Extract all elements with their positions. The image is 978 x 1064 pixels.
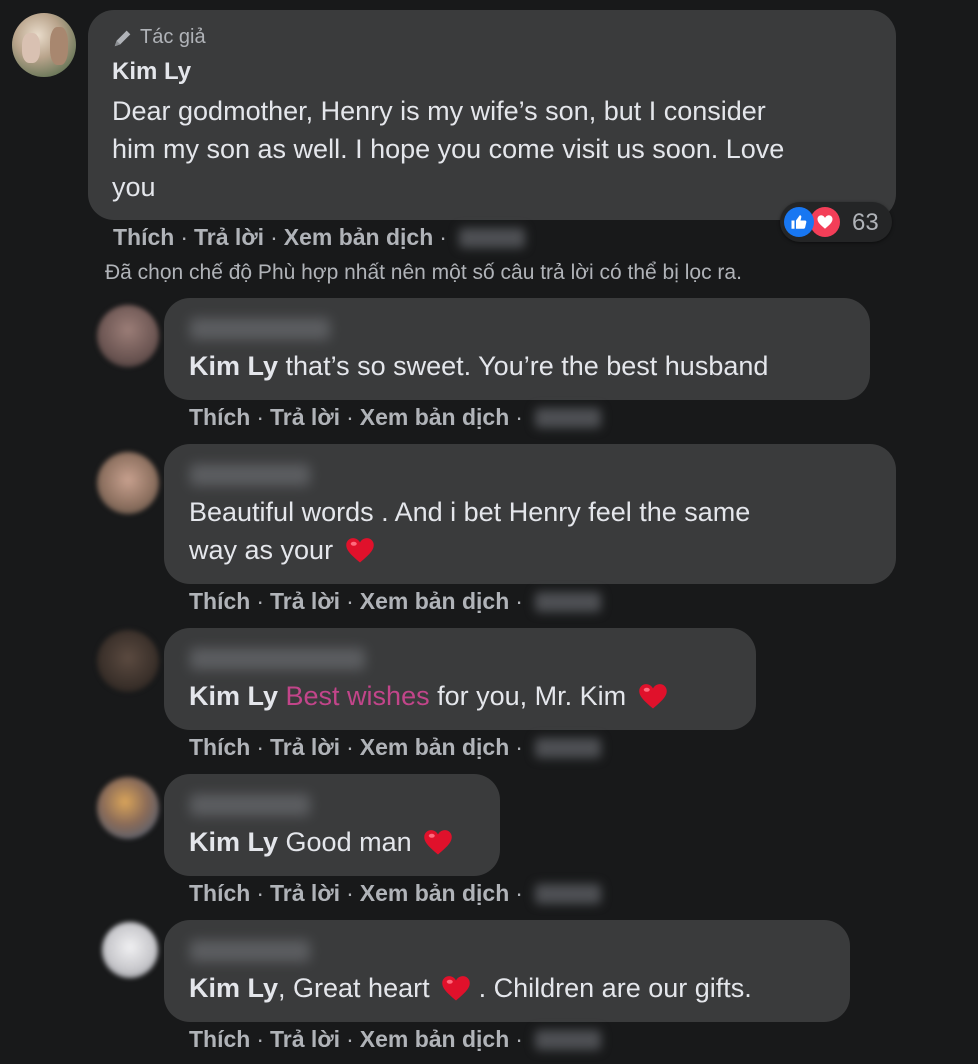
reply-action[interactable]: Trả lời: [194, 224, 264, 251]
reply-line: way as your: [189, 535, 334, 565]
like-action[interactable]: Thích: [189, 880, 250, 907]
reply-line: , Great heart: [278, 973, 430, 1003]
reply-avatar[interactable]: [97, 452, 159, 514]
mention[interactable]: Kim Ly: [189, 973, 278, 1003]
reply-author-blurred[interactable]: [190, 464, 310, 486]
mention[interactable]: Kim Ly: [189, 827, 278, 857]
timestamp-blurred[interactable]: [458, 227, 525, 248]
heart-emoji-icon: [638, 684, 667, 709]
reply-actions: Thích · Trả lời · Xem bản dịch ·: [189, 588, 601, 615]
reply-avatar[interactable]: [102, 922, 158, 978]
reply-action[interactable]: Trả lời: [270, 404, 340, 431]
reply-avatar[interactable]: [97, 305, 159, 367]
comment-author-name[interactable]: Kim Ly: [112, 58, 191, 86]
separator: ·: [256, 880, 265, 906]
timestamp-blurred[interactable]: [534, 591, 601, 612]
separator: ·: [270, 224, 278, 250]
reply-line: . Children are our gifts.: [478, 973, 752, 1003]
reply-avatar[interactable]: [97, 630, 159, 692]
separator: ·: [439, 224, 447, 250]
main-comment-text: Dear godmother, Henry is my wife’s son, …: [112, 92, 892, 206]
translate-action[interactable]: Xem bản dịch: [284, 224, 434, 251]
reply-action[interactable]: Trả lời: [270, 734, 340, 761]
separator: ·: [256, 1026, 265, 1052]
like-action[interactable]: Thích: [189, 588, 250, 615]
separator: ·: [515, 1026, 523, 1052]
separator: ·: [346, 1026, 354, 1052]
reply-line: Good man: [285, 827, 412, 857]
separator: ·: [346, 734, 354, 760]
reply-author-blurred[interactable]: [190, 648, 365, 670]
reaction-count: 63: [852, 209, 879, 236]
mention[interactable]: Kim Ly: [189, 681, 278, 711]
like-icon: [784, 207, 814, 237]
separator: ·: [256, 588, 265, 614]
reply-author-blurred[interactable]: [190, 794, 310, 816]
separator: ·: [346, 404, 354, 430]
reply-action[interactable]: Trả lời: [270, 880, 340, 907]
like-action[interactable]: Thích: [113, 224, 174, 251]
author-badge-label: Tác giả: [140, 26, 206, 48]
separator: ·: [515, 734, 523, 760]
translate-action[interactable]: Xem bản dịch: [360, 734, 510, 761]
reply-text: Kim Ly Good man: [189, 823, 453, 861]
main-comment-line: Dear godmother, Henry is my wife’s son, …: [112, 96, 766, 126]
translate-action[interactable]: Xem bản dịch: [360, 404, 510, 431]
translate-action[interactable]: Xem bản dịch: [360, 880, 510, 907]
mention[interactable]: Kim Ly: [189, 351, 278, 381]
separator: ·: [180, 224, 189, 250]
main-comment-line: him my son as well. I hope you come visi…: [112, 134, 785, 164]
reply-line: that’s so sweet. You’re the best husband: [285, 351, 769, 381]
separator: ·: [346, 880, 354, 906]
reply-actions: Thích · Trả lời · Xem bản dịch ·: [189, 1026, 601, 1053]
timestamp-blurred[interactable]: [534, 883, 601, 904]
reply-action[interactable]: Trả lời: [270, 588, 340, 615]
translate-action[interactable]: Xem bản dịch: [360, 1026, 510, 1053]
reply-text: Kim Ly Best wishes for you, Mr. Kim: [189, 677, 668, 715]
reply-actions: Thích · Trả lời · Xem bản dịch ·: [189, 404, 601, 431]
separator: ·: [515, 588, 523, 614]
reply-text: Beautiful words . And i bet Henry feel t…: [189, 493, 889, 569]
like-action[interactable]: Thích: [189, 734, 250, 761]
reply-line: for you, Mr. Kim: [437, 681, 627, 711]
reply-action[interactable]: Trả lời: [270, 1026, 340, 1053]
reply-actions: Thích · Trả lời · Xem bản dịch ·: [189, 734, 601, 761]
like-action[interactable]: Thích: [189, 1026, 250, 1053]
heart-emoji-icon: [424, 830, 452, 855]
like-action[interactable]: Thích: [189, 404, 250, 431]
love-icon: [810, 207, 840, 237]
reply-author-blurred[interactable]: [190, 318, 330, 340]
separator: ·: [256, 734, 265, 760]
translate-action[interactable]: Xem bản dịch: [360, 588, 510, 615]
reaction-summary[interactable]: 63: [780, 202, 892, 242]
main-comment-actions: Thích · Trả lời · Xem bản dịch ·: [113, 224, 525, 251]
filter-notice: Đã chọn chế độ Phù hợp nhất nên một số c…: [105, 261, 742, 284]
author-avatar[interactable]: [12, 13, 76, 77]
highlighted-tag[interactable]: Best wishes: [286, 681, 430, 711]
main-comment-line: you: [112, 172, 156, 202]
heart-emoji-icon: [442, 976, 470, 1001]
separator: ·: [346, 588, 354, 614]
reply-author-blurred[interactable]: [190, 940, 310, 962]
pencil-icon: [114, 30, 131, 46]
separator: ·: [515, 404, 523, 430]
reply-text: Kim Ly, Great heart . Children are our g…: [189, 969, 752, 1007]
reply-actions: Thích · Trả lời · Xem bản dịch ·: [189, 880, 601, 907]
author-badge: Tác giả: [112, 26, 206, 49]
heart-emoji-icon: [345, 538, 374, 563]
reply-text: Kim Ly that’s so sweet. You’re the best …: [189, 347, 768, 385]
separator: ·: [256, 404, 265, 430]
timestamp-blurred[interactable]: [534, 737, 601, 758]
timestamp-blurred[interactable]: [534, 407, 601, 428]
reply-avatar[interactable]: [97, 777, 159, 839]
separator: ·: [515, 880, 523, 906]
timestamp-blurred[interactable]: [534, 1029, 601, 1050]
reply-line: Beautiful words . And i bet Henry feel t…: [189, 497, 751, 527]
